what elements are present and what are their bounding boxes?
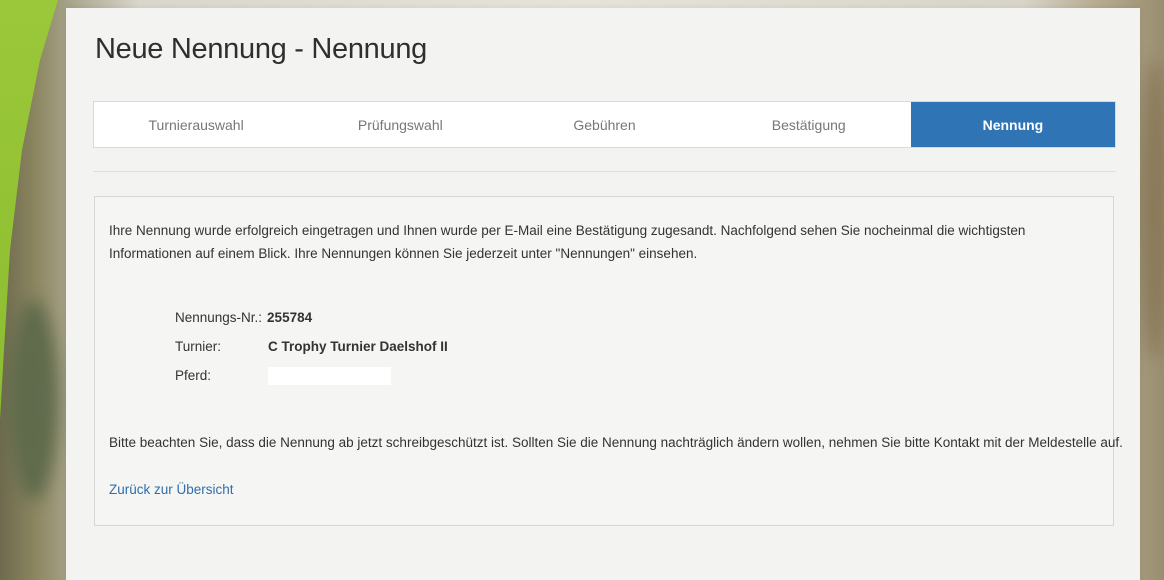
confirmation-intro-text: Ihre Nennung wurde erfolgreich eingetrag… <box>109 223 1026 261</box>
nennungs-nr-value: 255784 <box>267 310 313 325</box>
pferd-value-redacted <box>268 366 391 385</box>
main-panel: Neue Nennung - Nennung Turnierauswahl Pr… <box>66 8 1140 580</box>
nennungs-nr-label: Nennungs-Nr.: <box>175 310 263 325</box>
turnier-label: Turnier: <box>175 339 222 354</box>
info-row-nennungs-nr: Nennungs-Nr.: 255784 <box>175 303 448 332</box>
wizard-steps: Turnierauswahl Prüfungswahl Gebühren Bes… <box>93 101 1116 148</box>
pferd-label: Pferd: <box>175 368 212 383</box>
step-turnierauswahl[interactable]: Turnierauswahl <box>94 102 298 147</box>
info-row-pferd: Pferd: <box>175 361 448 390</box>
step-pruefungswahl[interactable]: Prüfungswahl <box>298 102 502 147</box>
divider <box>93 171 1116 172</box>
step-nennung[interactable]: Nennung <box>910 102 1116 147</box>
readonly-note: Bitte beachten Sie, dass die Nennung ab … <box>109 435 1123 450</box>
confirmation-box: Ihre Nennung wurde erfolgreich eingetrag… <box>94 196 1123 526</box>
info-row-turnier: Turnier: C Trophy Turnier Daelshof II <box>175 332 448 361</box>
page-title: Neue Nennung - Nennung <box>95 33 427 65</box>
entry-info: Nennungs-Nr.: 255784 Turnier: C Trophy T… <box>175 303 448 390</box>
back-to-overview-link[interactable]: Zurück zur Übersicht <box>109 482 234 497</box>
step-bestaetigung[interactable]: Bestätigung <box>707 102 911 147</box>
turnier-value: C Trophy Turnier Daelshof II <box>268 339 448 354</box>
step-gebuehren[interactable]: Gebühren <box>502 102 706 147</box>
background-foliage-right <box>1140 60 1164 360</box>
background-foliage <box>8 300 58 500</box>
